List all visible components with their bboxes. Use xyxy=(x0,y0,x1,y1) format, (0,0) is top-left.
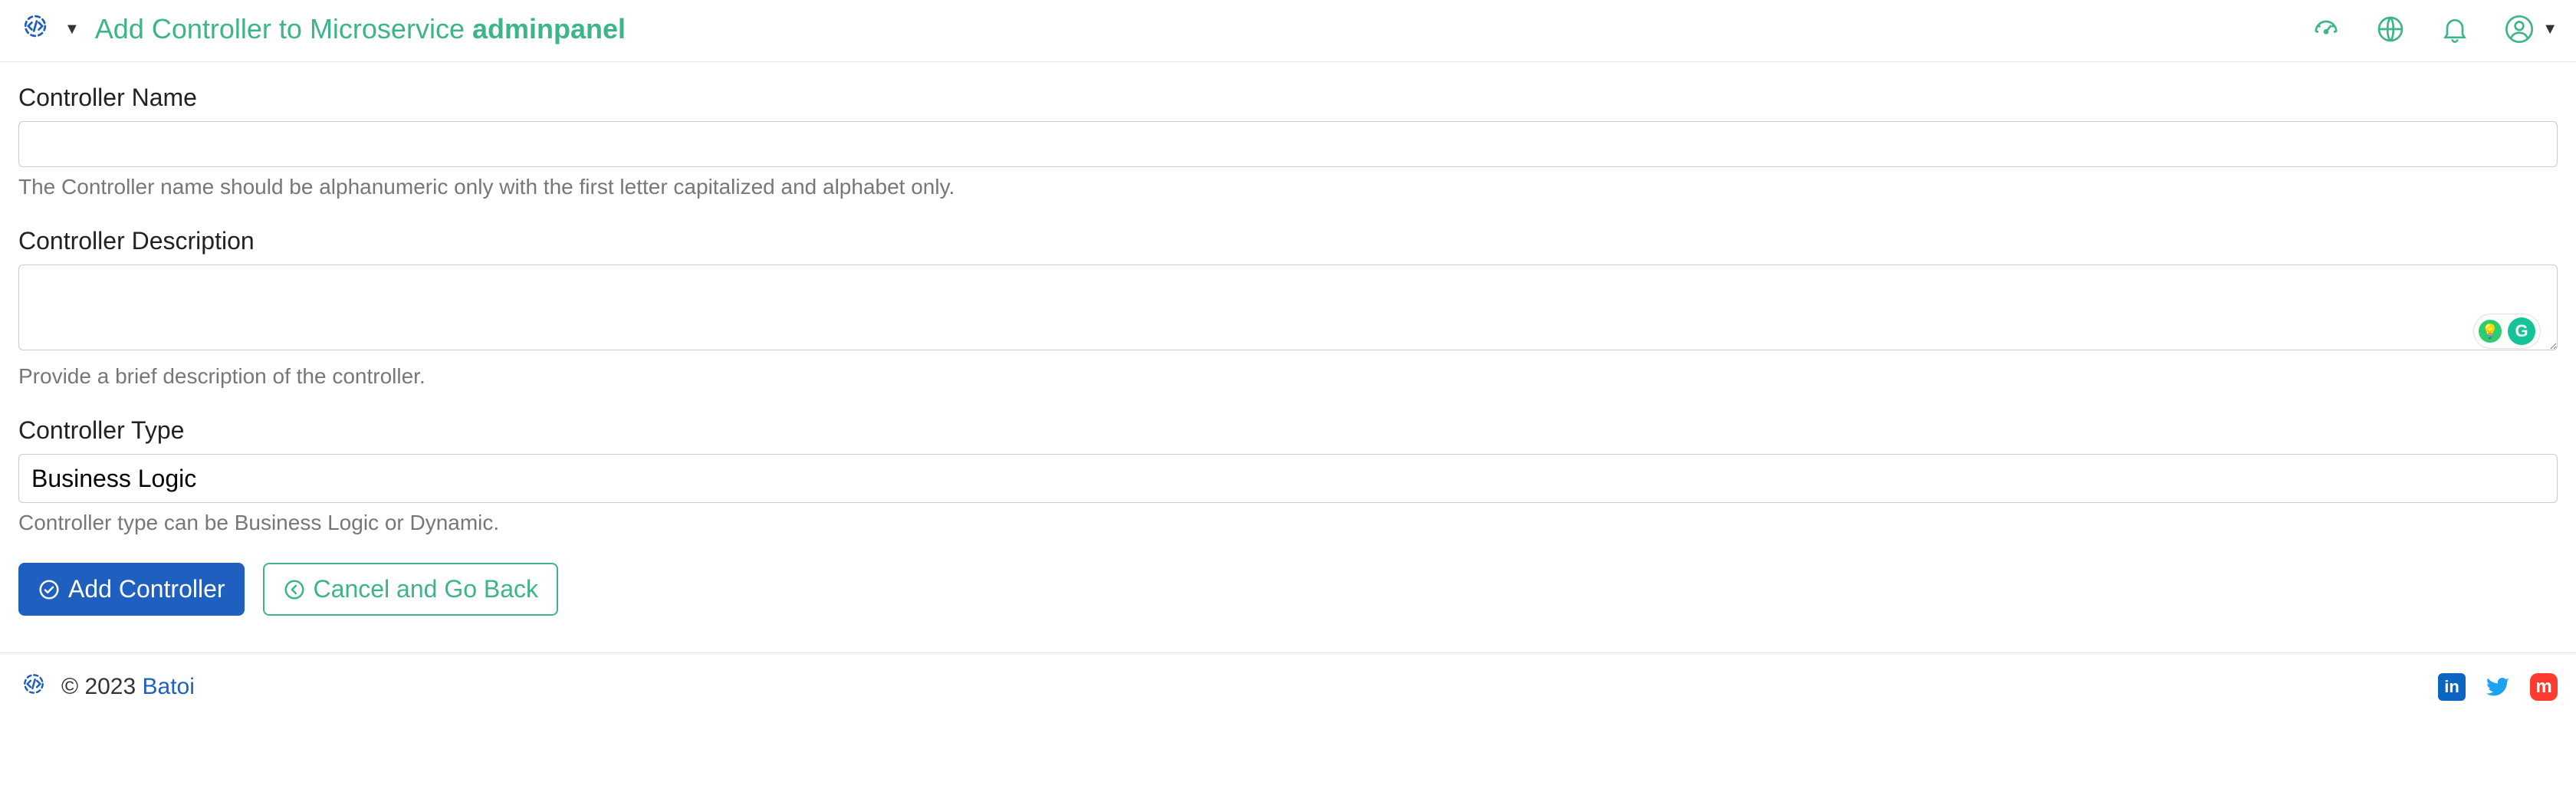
globe-icon[interactable] xyxy=(2375,14,2406,44)
arrow-left-circle-icon xyxy=(283,578,306,601)
controller-name-input[interactable] xyxy=(18,121,2558,167)
form-area: Controller Name The Controller name shou… xyxy=(0,62,2576,646)
check-circle-icon xyxy=(38,578,61,601)
add-controller-button[interactable]: Add Controller xyxy=(18,563,245,616)
caret-down-icon: ▼ xyxy=(2542,21,2558,38)
grammarly-badge[interactable]: 💡 G xyxy=(2473,314,2541,349)
page-title: Add Controller to Microservice adminpane… xyxy=(95,13,626,45)
topbar: ▼ Add Controller to Microservice adminpa… xyxy=(0,0,2576,62)
mastodon-icon[interactable]: m xyxy=(2530,673,2558,701)
help-controller-name: The Controller name should be alphanumer… xyxy=(18,175,2558,199)
gear-code-logo xyxy=(18,9,52,49)
dashboard-icon[interactable] xyxy=(2311,14,2341,44)
cancel-button[interactable]: Cancel and Go Back xyxy=(263,563,559,616)
footer: © 2023 Batoi in m xyxy=(0,652,2576,721)
controller-type-select[interactable]: Business Logic xyxy=(18,454,2558,503)
field-controller-type: Controller Type Business Logic Controlle… xyxy=(18,416,2558,535)
field-controller-description: Controller Description 💡 G Provide a bri… xyxy=(18,227,2558,389)
topbar-right: ▼ xyxy=(2311,14,2558,44)
user-avatar-icon xyxy=(2504,14,2535,44)
controller-description-input[interactable] xyxy=(18,265,2558,350)
help-controller-description: Provide a brief description of the contr… xyxy=(18,364,2558,389)
footer-brand-link[interactable]: Batoi xyxy=(143,674,195,699)
footer-logo-icon xyxy=(18,669,49,705)
add-controller-label: Add Controller xyxy=(68,575,225,603)
lightbulb-icon: 💡 xyxy=(2479,320,2502,343)
caret-down-icon: ▼ xyxy=(64,21,80,38)
grammarly-icon: G xyxy=(2508,317,2535,345)
topbar-left: ▼ Add Controller to Microservice adminpa… xyxy=(18,9,626,49)
app-switcher[interactable]: ▼ xyxy=(18,9,80,49)
footer-copyright: © 2023 Batoi xyxy=(61,674,195,700)
user-menu[interactable]: ▼ xyxy=(2504,14,2558,44)
field-controller-name: Controller Name The Controller name shou… xyxy=(18,84,2558,199)
footer-right: in m xyxy=(2438,673,2558,701)
help-controller-type: Controller type can be Business Logic or… xyxy=(18,511,2558,535)
button-row: Add Controller Cancel and Go Back xyxy=(18,563,2558,616)
bell-icon[interactable] xyxy=(2440,14,2470,44)
page-title-prefix: Add Controller to Microservice xyxy=(95,13,472,44)
label-controller-description: Controller Description xyxy=(18,227,2558,255)
label-controller-name: Controller Name xyxy=(18,84,2558,112)
footer-left: © 2023 Batoi xyxy=(18,669,195,705)
page-title-bold: adminpanel xyxy=(472,13,626,44)
twitter-icon[interactable] xyxy=(2484,673,2512,701)
label-controller-type: Controller Type xyxy=(18,416,2558,445)
cancel-label: Cancel and Go Back xyxy=(314,575,539,603)
linkedin-icon[interactable]: in xyxy=(2438,673,2466,701)
